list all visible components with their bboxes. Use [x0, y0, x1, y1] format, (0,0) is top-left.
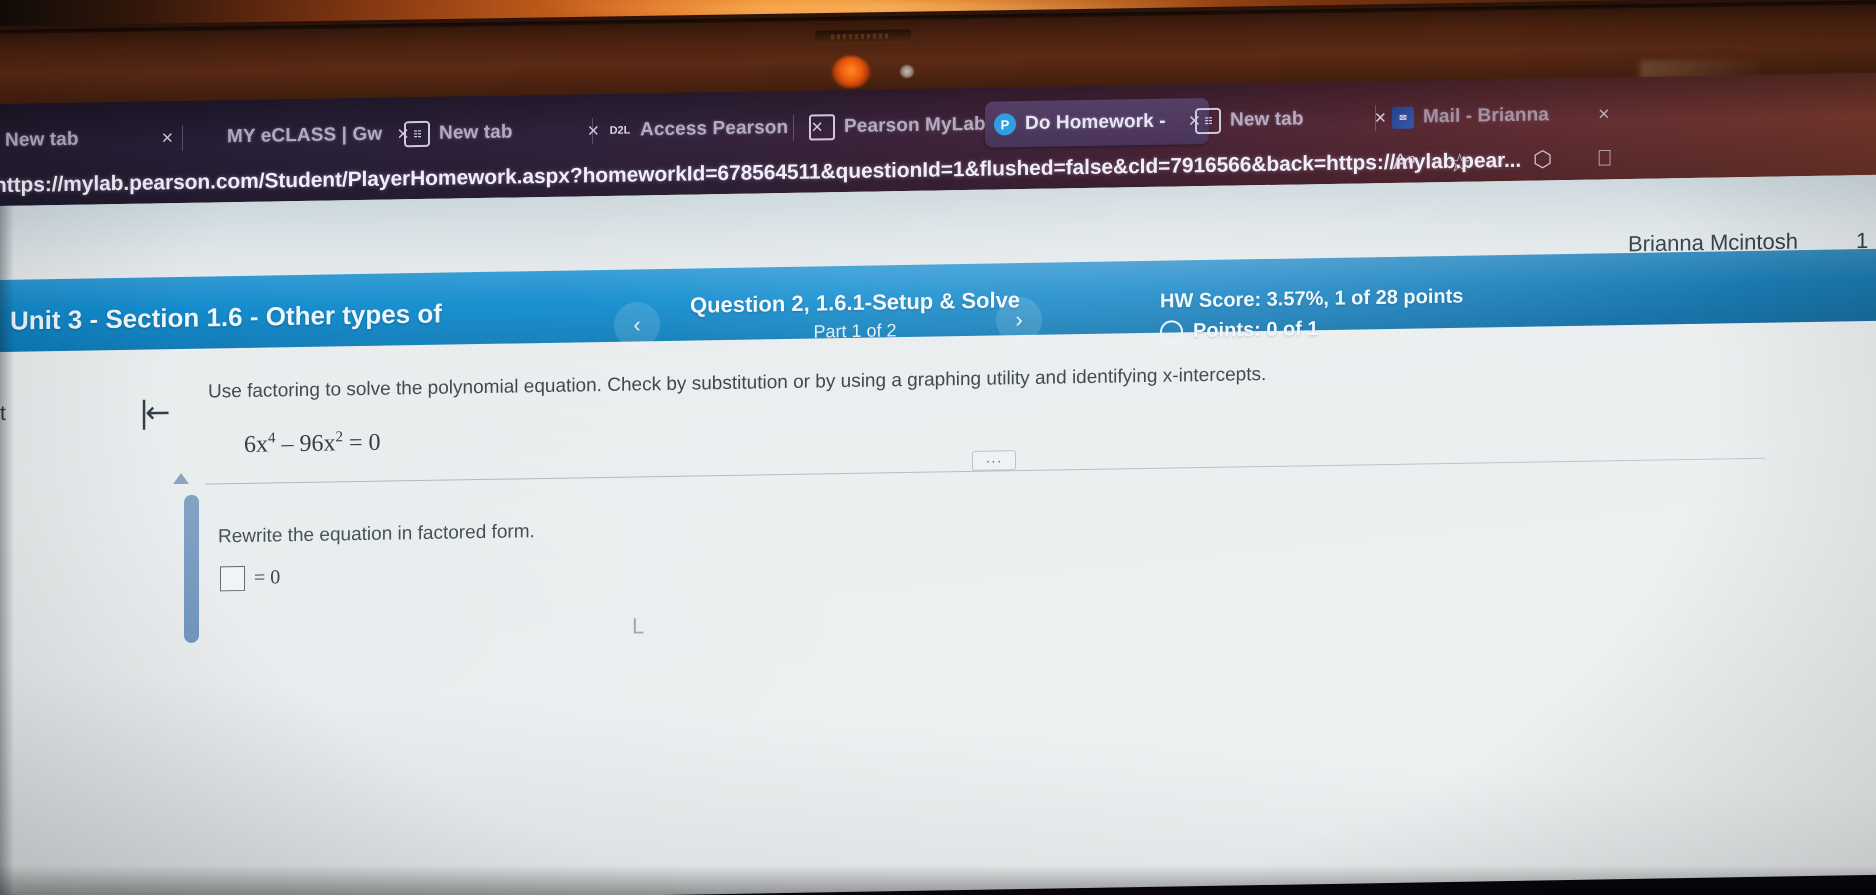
tab-label: New tab	[5, 128, 79, 151]
homework-score-label: HW Score: 3.57%, 1 of 28 points	[1160, 285, 1464, 313]
tab-separator	[182, 124, 183, 151]
equation-exponent1: 4	[268, 430, 276, 447]
newtab-icon: ☷	[404, 120, 430, 148]
back-to-assignment-icon[interactable]: |←	[139, 395, 166, 430]
tab-separator	[793, 114, 794, 141]
text-cursor-mark: L	[632, 613, 645, 639]
equation-exponent2: 2	[335, 429, 344, 446]
pearson-p-icon: P	[994, 113, 1016, 136]
left-stray-text: t	[0, 401, 6, 425]
answer-suffix: = 0	[254, 566, 281, 589]
browser-tab-active-do-homework[interactable]: P Do Homework - ×	[985, 97, 1210, 148]
scrollbar-thumb[interactable]	[184, 494, 199, 643]
camera-lens-icon	[900, 65, 914, 78]
tab-label: New tab	[1230, 108, 1304, 131]
polynomial-equation: 6x4 – 96x2 = 0	[244, 429, 381, 459]
favorite-star-icon[interactable]: ☆	[1448, 148, 1471, 179]
browser-tab-2[interactable]: MY eCLASS | Gw ×	[218, 111, 418, 160]
browser-tab-3[interactable]: ☷ New tab ×	[395, 108, 608, 158]
close-icon[interactable]: ×	[588, 120, 600, 142]
split-screen-icon[interactable]: ⎕	[1598, 145, 1611, 171]
equation-mid: – 96x	[275, 430, 336, 458]
answer-input-box[interactable]	[220, 565, 245, 592]
camera-led-icon	[832, 56, 870, 88]
more-options-icon[interactable]: ···	[972, 450, 1016, 471]
read-aloud-icon[interactable]: Aⁿ	[1393, 149, 1416, 175]
tab-separator	[1375, 105, 1376, 132]
browser-tab-1[interactable]: New tab ×	[0, 115, 182, 164]
chevron-right-icon: ›	[1015, 306, 1023, 333]
question-content: t |← Use factoring to solve the polynomi…	[0, 321, 1876, 895]
tab-label: Access Pearson	[640, 116, 789, 141]
question-instruction: Use factoring to solve the polynomial eq…	[208, 364, 1267, 403]
tab-label: MY eCLASS | Gw	[227, 123, 383, 148]
browser-tab-7[interactable]: ☷ New tab ×	[1186, 95, 1395, 144]
screen-photo: New tab × MY eCLASS | Gw × ☷ New tab × D…	[0, 0, 1876, 895]
answer-row: = 0	[220, 565, 281, 592]
browser-tab-8[interactable]: ✉ Mail - Brianna ×	[1383, 91, 1619, 141]
tab-label: New tab	[439, 121, 513, 144]
tab-label: Pearson MyLab	[844, 113, 986, 138]
extensions-icon[interactable]: ⬡	[1533, 146, 1552, 172]
document-icon	[809, 114, 835, 141]
tab-label: Mail - Brianna	[1423, 104, 1549, 128]
tab-separator	[592, 118, 593, 145]
tab-label: Do Homework -	[1025, 110, 1166, 135]
close-icon[interactable]: ×	[1598, 103, 1610, 125]
newtab-icon: ☷	[1195, 107, 1221, 135]
d2l-icon: D2L	[609, 124, 631, 137]
answer-prompt: Rewrite the equation in factored form.	[218, 521, 535, 548]
outlook-mail-icon: ✉	[1392, 106, 1414, 129]
browser-tab-4[interactable]: D2L Access Pearson ×	[600, 104, 832, 154]
equation-tail: = 0	[343, 429, 381, 457]
equation-term1: 6x	[244, 431, 268, 458]
hinge-vent	[828, 33, 890, 40]
close-icon[interactable]: ×	[162, 127, 174, 149]
